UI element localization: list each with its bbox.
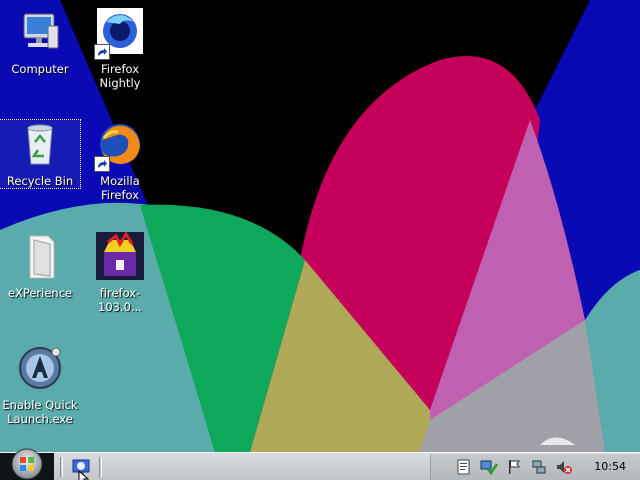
desktop-icon-label: Computer xyxy=(11,62,69,76)
desktop-icon-label: Recycle Bin xyxy=(6,174,74,188)
desktop-icon-label: firefox-103.0... xyxy=(98,286,142,314)
desktop-icon-computer[interactable]: Computer xyxy=(0,8,80,76)
shortcut-arrow-icon xyxy=(94,156,110,172)
desktop-icon-firefox-nightly[interactable]: Firefox Nightly xyxy=(80,8,160,90)
desktop-icon-label: eXPerience xyxy=(7,286,73,300)
network-icon[interactable] xyxy=(530,458,548,476)
desktop-icon-firefox-installer[interactable]: firefox-103.0... xyxy=(80,231,160,314)
desktop-icon-experience[interactable]: eXPerience xyxy=(0,232,80,300)
quick-launch-icon xyxy=(14,344,66,396)
recycle-bin-icon xyxy=(14,120,66,172)
volume-muted-icon[interactable] xyxy=(555,458,573,476)
system-tray: 10:54 xyxy=(430,453,640,480)
taskbar: 10:54 xyxy=(0,448,640,480)
desktop-icon-label: Enable Quick Launch.exe xyxy=(2,398,78,426)
desktop-icon-label: Mozilla Firefox xyxy=(100,174,140,202)
task-area xyxy=(91,453,430,480)
network-check-icon[interactable] xyxy=(480,458,499,476)
installer-icon xyxy=(94,231,146,284)
taskbar-clock[interactable]: 10:54 xyxy=(594,460,626,473)
shortcut-arrow-icon xyxy=(94,44,110,60)
desktop-icon-mozilla-firefox[interactable]: Mozilla Firefox xyxy=(80,120,160,202)
windows-orb-icon xyxy=(11,448,43,479)
desktop-icon-recycle-bin[interactable]: Recycle Bin xyxy=(0,119,81,189)
start-button[interactable] xyxy=(0,448,54,480)
computer-icon xyxy=(14,8,66,60)
flag-icon[interactable] xyxy=(505,458,523,476)
firefox-icon xyxy=(94,120,146,172)
folder-icon xyxy=(14,232,66,284)
desktop-icon-enable-quick-launch[interactable]: Enable Quick Launch.exe xyxy=(0,344,80,426)
toolbar-grip[interactable] xyxy=(99,456,102,477)
toolbar-grip[interactable] xyxy=(60,456,63,477)
firefox-nightly-icon xyxy=(94,8,146,60)
document-icon[interactable] xyxy=(455,458,473,476)
desktop-icon-label: Firefox Nightly xyxy=(99,62,141,90)
mouse-cursor-icon xyxy=(78,470,90,480)
